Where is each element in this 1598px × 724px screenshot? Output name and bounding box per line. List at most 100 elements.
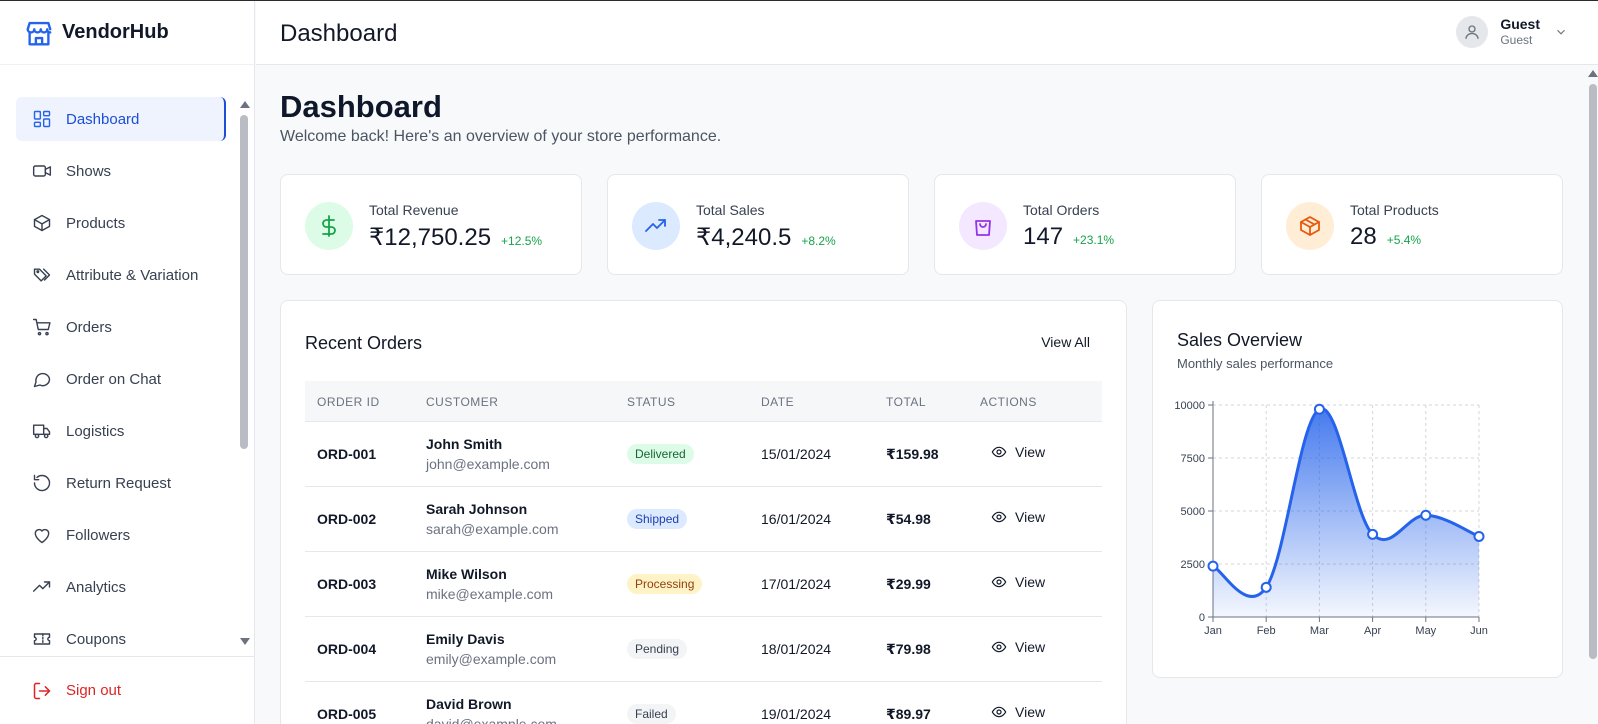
video-icon bbox=[32, 165, 52, 177]
sidebar-item-followers[interactable]: Followers bbox=[16, 513, 226, 557]
trend-up-icon bbox=[645, 219, 666, 232]
stat-change: +12.5% bbox=[501, 234, 543, 248]
order-date: 15/01/2024 bbox=[761, 446, 832, 462]
sidebar-item-products[interactable]: Products bbox=[16, 201, 226, 245]
view-label: View bbox=[1015, 574, 1046, 590]
x-tick-label: Jun bbox=[1470, 625, 1488, 637]
sidebar-item-order-on-chat[interactable]: Order on Chat bbox=[16, 357, 226, 401]
stat-card-products: Total Products 28 +5.4% bbox=[1261, 174, 1563, 275]
eye-icon bbox=[991, 511, 1007, 523]
scroll-down-arrow-icon[interactable] bbox=[240, 638, 250, 645]
page-scroll-thumb[interactable] bbox=[1589, 84, 1597, 659]
sidebar-item-label: Logistics bbox=[66, 422, 125, 440]
sidebar-item-analytics[interactable]: Analytics bbox=[16, 565, 226, 609]
view-all-link[interactable]: View All bbox=[1041, 334, 1090, 350]
stat-label: Total Sales bbox=[696, 202, 765, 218]
store-icon bbox=[26, 21, 52, 45]
order-total: ₹79.98 bbox=[886, 641, 931, 657]
sidebar-item-return-request[interactable]: Return Request bbox=[16, 461, 226, 505]
header-title: Dashboard bbox=[280, 20, 398, 47]
sidebar-item-label: Orders bbox=[66, 318, 112, 336]
sidebar-item-dashboard[interactable]: Dashboard bbox=[16, 97, 226, 141]
chevron-down-icon[interactable] bbox=[1554, 25, 1568, 39]
order-id: ORD-003 bbox=[317, 576, 377, 592]
stat-change: +5.4% bbox=[1386, 233, 1422, 247]
sidebar-item-coupons[interactable]: Coupons bbox=[16, 617, 226, 661]
eye-icon bbox=[991, 446, 1007, 458]
sidebar-scroll-thumb[interactable] bbox=[240, 115, 248, 449]
sidebar-item-logistics[interactable]: Logistics bbox=[16, 409, 226, 453]
status-badge: Shipped bbox=[627, 509, 688, 529]
sidebar-item-label: Shows bbox=[66, 162, 112, 180]
recent-orders-title: Recent Orders bbox=[305, 333, 423, 353]
user-role: Guest bbox=[1500, 33, 1533, 48]
x-tick-label: Jan bbox=[1204, 625, 1222, 637]
scroll-up-arrow-icon[interactable] bbox=[240, 101, 250, 108]
scroll-up-arrow-icon[interactable] bbox=[1588, 70, 1598, 77]
sidebar-nav: Dashboard Shows Products Attribute & Var… bbox=[16, 97, 226, 669]
sidebar-item-attribute-variation[interactable]: Attribute & Variation bbox=[16, 253, 226, 297]
stat-icon-wrap bbox=[959, 202, 1007, 250]
view-order-button[interactable]: View bbox=[991, 704, 1045, 720]
page-scrollbar[interactable] bbox=[1588, 66, 1598, 724]
logout-icon bbox=[33, 682, 51, 699]
data-point bbox=[1420, 509, 1432, 521]
order-id: ORD-002 bbox=[317, 511, 377, 527]
y-tick-label: 7500 bbox=[1181, 453, 1205, 465]
sidebar-item-label: Analytics bbox=[66, 578, 127, 596]
sidebar-item-shows[interactable]: Shows bbox=[16, 149, 226, 193]
y-tick-label: 10000 bbox=[1174, 400, 1205, 412]
sales-chart: 0 2500 5000 7500 10000 Jan Feb Mar Apr May Jun bbox=[1174, 400, 1488, 637]
user-menu[interactable]: Guest Guest bbox=[1456, 16, 1568, 48]
customer-email: sarah@example.com bbox=[426, 521, 559, 537]
stat-value: 147 bbox=[1023, 223, 1064, 250]
sidebar-item-label: Return Request bbox=[66, 474, 172, 492]
stat-icon-wrap bbox=[305, 202, 353, 250]
heart-icon bbox=[34, 528, 50, 544]
stat-card-orders: Total Orders 147 +23.1% bbox=[934, 174, 1236, 275]
page-subtitle: Welcome back! Here's an overview of your… bbox=[280, 128, 722, 145]
cart-icon bbox=[32, 318, 51, 336]
sidebar-item-label: Products bbox=[66, 214, 126, 232]
tags-icon bbox=[33, 268, 51, 282]
view-order-button[interactable]: View bbox=[991, 574, 1045, 590]
ticket-icon bbox=[33, 633, 51, 645]
column-header: ACTIONS bbox=[980, 395, 1037, 409]
brand-name: VendorHub bbox=[62, 21, 169, 43]
order-total: ₹29.99 bbox=[886, 576, 931, 592]
signout-label: Sign out bbox=[66, 682, 122, 699]
sidebar-item-orders[interactable]: Orders bbox=[16, 305, 226, 349]
customer-email: john@example.com bbox=[426, 456, 550, 472]
sidebar-item-label: Attribute & Variation bbox=[66, 266, 199, 284]
sidebar-scrollbar[interactable] bbox=[240, 99, 250, 647]
dollar-icon bbox=[322, 215, 336, 237]
avatar[interactable] bbox=[1456, 16, 1489, 48]
customer-email: mike@example.com bbox=[426, 586, 554, 602]
user-info: Guest Guest bbox=[1500, 16, 1540, 47]
page-title: Dashboard bbox=[280, 89, 442, 124]
sidebar-item-label: Dashboard bbox=[66, 110, 140, 128]
eye-icon bbox=[991, 576, 1007, 588]
sales-overview-card: Sales Overview Monthly sales performance… bbox=[1152, 300, 1563, 678]
data-point bbox=[1367, 528, 1379, 540]
column-header: ORDER ID bbox=[317, 395, 380, 409]
x-tick-label: Apr bbox=[1364, 625, 1381, 637]
layout-grid-icon bbox=[33, 110, 51, 128]
signout-button[interactable]: Sign out bbox=[0, 656, 254, 724]
view-label: View bbox=[1015, 444, 1046, 460]
customer-name: John Smith bbox=[426, 436, 503, 452]
table-row: ORD-003 Mike Wilson mike@example.com Pro… bbox=[305, 552, 1102, 617]
view-order-button[interactable]: View bbox=[991, 444, 1045, 460]
stat-label: Total Revenue bbox=[369, 202, 459, 218]
eye-icon bbox=[991, 706, 1007, 718]
status-badge: Delivered bbox=[627, 444, 694, 464]
view-order-button[interactable]: View bbox=[991, 509, 1045, 525]
brand[interactable]: VendorHub bbox=[0, 1, 254, 65]
x-tick-label: Mar bbox=[1310, 625, 1329, 637]
view-order-button[interactable]: View bbox=[991, 639, 1045, 655]
eye-icon bbox=[991, 641, 1007, 653]
sidebar-item-label: Followers bbox=[66, 526, 131, 544]
shopping-bag-icon bbox=[975, 220, 991, 236]
chat-icon bbox=[33, 372, 51, 388]
stat-value: ₹4,240.5 bbox=[696, 224, 792, 251]
